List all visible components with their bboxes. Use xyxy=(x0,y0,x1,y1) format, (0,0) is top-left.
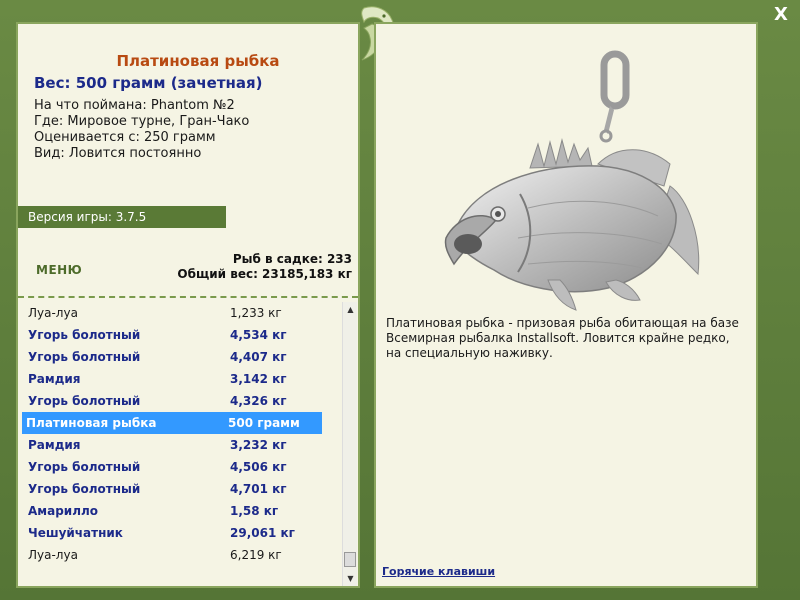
list-item[interactable]: Угорь болотный 4,506 кг xyxy=(24,456,324,478)
list-item[interactable]: Платиновая рыбка 500 грамм xyxy=(22,412,322,434)
list-item-name: Чешуйчатник xyxy=(28,526,123,540)
list-item[interactable]: Луа-луа 6,219 кг xyxy=(24,544,324,566)
list-scrollbar[interactable]: ▲ ▼ xyxy=(342,302,357,586)
list-item-weight: 4,506 кг xyxy=(230,460,287,474)
total-weight: Общий вес: 23185,183 кг xyxy=(177,267,352,281)
list-item-weight: 1,233 кг xyxy=(230,306,282,320)
menu-button[interactable]: МЕНЮ xyxy=(36,263,82,277)
list-item-weight: 3,232 кг xyxy=(230,438,287,452)
list-item-weight: 4,701 кг xyxy=(230,482,287,496)
list-item-name: Угорь болотный xyxy=(28,328,141,342)
fish-title: Платиновая рыбка xyxy=(116,52,280,70)
list-item[interactable]: Угорь болотный 4,407 кг xyxy=(24,346,324,368)
list-item-name: Платиновая рыбка xyxy=(26,416,157,430)
list-item[interactable]: Луа-луа 1,233 кг xyxy=(24,302,324,324)
catch-stats: Рыб в садке: 233 Общий вес: 23185,183 кг xyxy=(177,252,352,282)
fish-pendant-image xyxy=(438,48,708,316)
list-item-name: Амарилло xyxy=(28,504,99,518)
list-item-name: Угорь болотный xyxy=(28,482,141,496)
list-item-weight: 4,407 кг xyxy=(230,350,287,364)
list-item-weight: 3,142 кг xyxy=(230,372,287,386)
list-item-weight: 4,326 кг xyxy=(230,394,287,408)
list-item-name: Рамдия xyxy=(28,372,81,386)
list-item[interactable]: Угорь болотный 4,534 кг xyxy=(24,324,324,346)
location-line: Где: Мировое турне, Гран-Чако xyxy=(34,114,250,129)
list-item-weight: 29,061 кг xyxy=(230,526,295,540)
valued-from-line: Оценивается с: 250 грамм xyxy=(34,130,216,145)
list-item-name: Рамдия xyxy=(28,438,81,452)
fish-description: Платиновая рыбка - призовая рыба обитающ… xyxy=(386,316,739,360)
list-item-weight: 6,219 кг xyxy=(230,548,282,562)
version-label: Версия игры: 3.7.5 xyxy=(28,210,147,224)
hotkeys-link[interactable]: Горячие клавиши xyxy=(382,565,495,578)
catch-list: Луа-луа 1,233 кг Угорь болотный 4,534 кг Уго… xyxy=(20,300,340,586)
fish-type-line: Вид: Ловится постоянно xyxy=(34,146,202,161)
list-item[interactable]: Амарилло 1,58 кг xyxy=(24,500,324,522)
fish-info-panel: Платиновая рыбка Вес: 500 грамм (зачетна… xyxy=(16,22,360,588)
list-item[interactable]: Рамдия 3,232 кг xyxy=(24,434,324,456)
fish-count: Рыб в садке: 233 xyxy=(232,252,352,266)
list-item-weight: 500 грамм xyxy=(228,416,300,430)
divider xyxy=(18,296,358,298)
close-button[interactable]: X xyxy=(772,6,790,24)
scroll-thumb[interactable] xyxy=(344,552,356,567)
version-bar: Версия игры: 3.7.5 xyxy=(18,206,226,228)
list-item-name: Луа-луа xyxy=(28,306,78,320)
list-item[interactable]: Рамдия 3,142 кг xyxy=(24,368,324,390)
list-item[interactable]: Угорь болотный 4,326 кг xyxy=(24,390,324,412)
list-item-name: Угорь болотный xyxy=(28,350,141,364)
fish-detail-panel: Платиновая рыбка - призовая рыба обитающ… xyxy=(374,22,758,588)
list-item-name: Луа-луа xyxy=(28,548,78,562)
list-item[interactable]: Чешуйчатник 29,061 кг xyxy=(24,522,324,544)
fish-weight: Вес: 500 грамм (зачетная) xyxy=(34,74,263,92)
list-item-weight: 1,58 кг xyxy=(230,504,279,518)
list-item-name: Угорь болотный xyxy=(28,394,141,408)
list-item-weight: 4,534 кг xyxy=(230,328,287,342)
close-icon: X xyxy=(774,4,788,25)
caught-with-line: На что поймана: Phantom №2 xyxy=(34,98,235,113)
list-item[interactable]: Угорь болотный 4,701 кг xyxy=(24,478,324,500)
list-item-name: Угорь болотный xyxy=(28,460,141,474)
arrow-up-icon[interactable]: ▲ xyxy=(343,302,358,317)
arrow-down-icon[interactable]: ▼ xyxy=(343,571,358,586)
